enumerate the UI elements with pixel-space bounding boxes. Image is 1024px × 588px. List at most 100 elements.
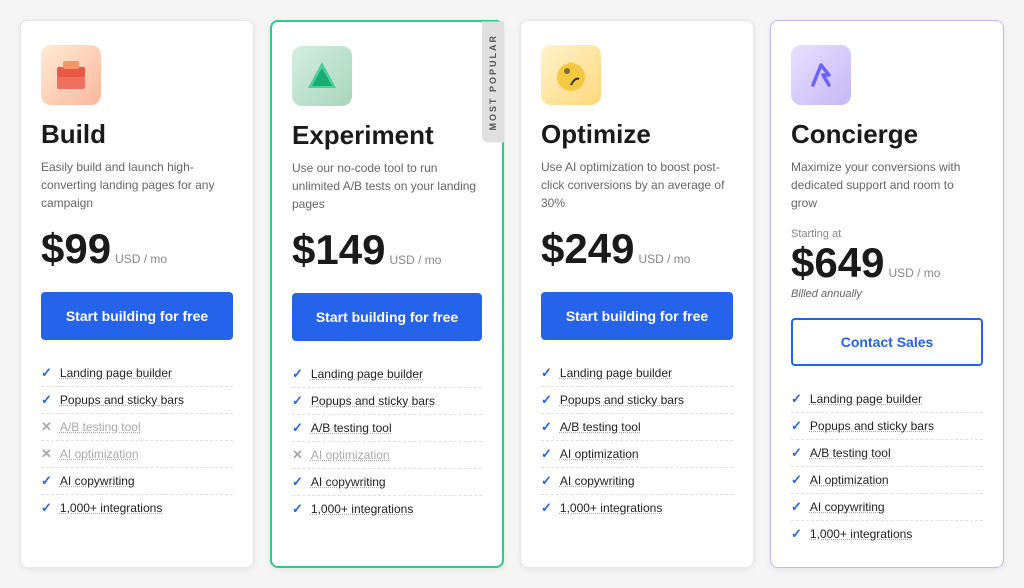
plan-name-experiment: Experiment	[292, 120, 482, 151]
feature-check-icon: ✓	[292, 393, 303, 409]
feature-label: AI copywriting	[311, 475, 386, 489]
feature-item: ✓ AI copywriting	[541, 468, 733, 495]
feature-check-icon: ✓	[41, 365, 52, 381]
price-suffix-optimize: USD / mo	[638, 252, 690, 266]
feature-label: 1,000+ integrations	[60, 501, 162, 515]
price-amount-optimize: $249	[541, 228, 634, 270]
feature-label: AI copywriting	[560, 474, 635, 488]
plan-icon-experiment	[292, 46, 352, 106]
feature-item: ✓ 1,000+ integrations	[41, 495, 233, 521]
feature-item: ✓ 1,000+ integrations	[292, 496, 482, 522]
feature-x-icon: ✕	[292, 447, 303, 463]
features-list-build: ✓ Landing page builder ✓ Popups and stic…	[41, 360, 233, 521]
feature-label: AI copywriting	[60, 474, 135, 488]
feature-check-icon: ✓	[292, 501, 303, 517]
feature-check-icon: ✓	[292, 474, 303, 490]
feature-label: A/B testing tool	[60, 420, 141, 434]
feature-label: Landing page builder	[311, 367, 423, 381]
feature-label: AI copywriting	[810, 500, 885, 514]
feature-label: Landing page builder	[60, 366, 172, 380]
feature-item: ✓ A/B testing tool	[791, 440, 983, 467]
plan-price-row-optimize: $249 USD / mo	[541, 228, 733, 270]
feature-item: ✓ Popups and sticky bars	[791, 413, 983, 440]
feature-label: A/B testing tool	[560, 420, 641, 434]
plan-icon-build	[41, 45, 101, 105]
feature-check-icon: ✓	[541, 365, 552, 381]
feature-label: A/B testing tool	[311, 421, 392, 435]
feature-item: ✓ A/B testing tool	[541, 414, 733, 441]
feature-check-icon: ✓	[791, 391, 802, 407]
cta-button-experiment[interactable]: Start building for free	[292, 293, 482, 341]
feature-check-icon: ✓	[541, 392, 552, 408]
price-billed-concierge: Billed annually	[791, 288, 983, 300]
feature-label: AI optimization	[311, 448, 390, 462]
feature-label: Popups and sticky bars	[560, 393, 684, 407]
cta-button-build[interactable]: Start building for free	[41, 292, 233, 340]
plan-icon-concierge	[791, 45, 851, 105]
feature-label: 1,000+ integrations	[810, 527, 912, 541]
plan-card-build: BuildEasily build and launch high-conver…	[20, 20, 254, 568]
feature-item: ✓ Popups and sticky bars	[541, 387, 733, 414]
features-list-optimize: ✓ Landing page builder ✓ Popups and stic…	[541, 360, 733, 521]
feature-check-icon: ✓	[541, 500, 552, 516]
plan-name-optimize: Optimize	[541, 119, 733, 150]
feature-label: Landing page builder	[560, 366, 672, 380]
plan-price-row-experiment: $149 USD / mo	[292, 229, 482, 271]
plan-icon-optimize	[541, 45, 601, 105]
feature-check-icon: ✓	[791, 445, 802, 461]
feature-label: 1,000+ integrations	[311, 502, 413, 516]
feature-item: ✕ A/B testing tool	[41, 414, 233, 441]
feature-label: 1,000+ integrations	[560, 501, 662, 515]
feature-label: AI optimization	[810, 473, 889, 487]
feature-item: ✓ Landing page builder	[541, 360, 733, 387]
feature-check-icon: ✓	[541, 419, 552, 435]
feature-item: ✓ AI optimization	[791, 467, 983, 494]
feature-item: ✓ Popups and sticky bars	[292, 388, 482, 415]
feature-label: AI optimization	[560, 447, 639, 461]
features-list-concierge: ✓ Landing page builder ✓ Popups and stic…	[791, 386, 983, 547]
cta-button-concierge[interactable]: Contact Sales	[791, 318, 983, 366]
feature-check-icon: ✓	[41, 500, 52, 516]
plan-price-row-build: $99 USD / mo	[41, 228, 233, 270]
feature-item: ✓ Landing page builder	[292, 361, 482, 388]
price-suffix-concierge: USD / mo	[888, 266, 940, 280]
plan-desc-experiment: Use our no-code tool to run unlimited A/…	[292, 159, 482, 213]
feature-check-icon: ✓	[292, 420, 303, 436]
feature-item: ✓ 1,000+ integrations	[541, 495, 733, 521]
feature-label: Popups and sticky bars	[311, 394, 435, 408]
price-amount-build: $99	[41, 228, 111, 270]
pricing-grid: BuildEasily build and launch high-conver…	[20, 20, 1004, 568]
feature-check-icon: ✓	[791, 472, 802, 488]
price-suffix-experiment: USD / mo	[389, 253, 441, 267]
feature-check-icon: ✓	[41, 473, 52, 489]
feature-label: Popups and sticky bars	[810, 419, 934, 433]
feature-label: Landing page builder	[810, 392, 922, 406]
feature-item: ✓ 1,000+ integrations	[791, 521, 983, 547]
feature-label: AI optimization	[60, 447, 139, 461]
feature-item: ✕ AI optimization	[292, 442, 482, 469]
feature-item: ✓ AI copywriting	[41, 468, 233, 495]
feature-item: ✓ Popups and sticky bars	[41, 387, 233, 414]
plan-card-experiment: Most PopularExperimentUse our no-code to…	[270, 20, 504, 568]
feature-label: A/B testing tool	[810, 446, 891, 460]
plan-card-concierge: Concierge Maximize your conversions with …	[770, 20, 1004, 568]
feature-x-icon: ✕	[41, 419, 52, 435]
feature-check-icon: ✓	[541, 446, 552, 462]
plan-desc-build: Easily build and launch high-converting …	[41, 158, 233, 212]
price-amount-experiment: $149	[292, 229, 385, 271]
feature-check-icon: ✓	[791, 418, 802, 434]
plan-desc-concierge: Maximize your conversions with dedicated…	[791, 158, 983, 212]
price-suffix-build: USD / mo	[115, 252, 167, 266]
plan-price-row-concierge: $649 USD / mo	[791, 242, 983, 284]
cta-button-optimize[interactable]: Start building for free	[541, 292, 733, 340]
feature-item: ✓ AI copywriting	[791, 494, 983, 521]
feature-item: ✓ AI optimization	[541, 441, 733, 468]
feature-check-icon: ✓	[541, 473, 552, 489]
feature-item: ✓ AI copywriting	[292, 469, 482, 496]
plan-card-optimize: Optimize Use AI optimization to boost pos…	[520, 20, 754, 568]
plan-name-concierge: Concierge	[791, 119, 983, 150]
feature-check-icon: ✓	[791, 499, 802, 515]
features-list-experiment: ✓ Landing page builder ✓ Popups and stic…	[292, 361, 482, 522]
feature-check-icon: ✓	[791, 526, 802, 542]
plan-desc-optimize: Use AI optimization to boost post-click …	[541, 158, 733, 212]
